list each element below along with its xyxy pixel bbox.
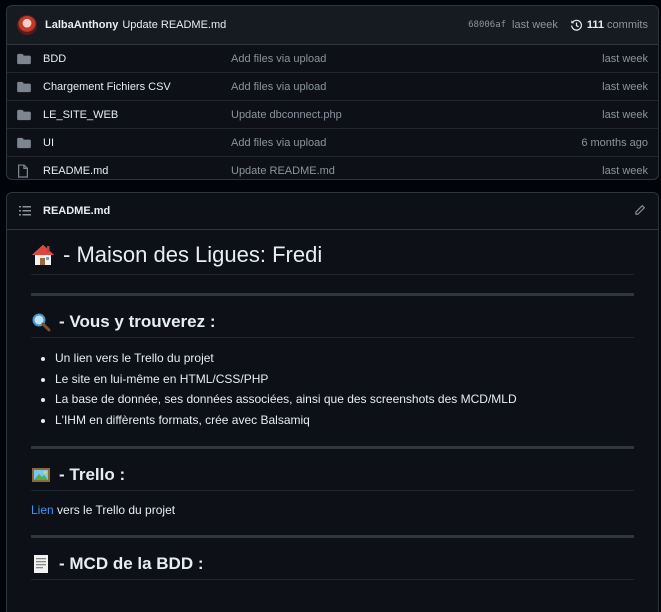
commit-message[interactable]: Update README.md [122,19,226,31]
history-icon [570,19,582,31]
file-row[interactable]: LE_SITE_WEB Update dbconnect.php last we… [7,100,658,128]
commit-count: 111 [586,19,605,31]
bullet-list: Un lien vers le Trello du projet Le site… [31,348,634,430]
section-heading: - Vous y trouverez : [31,312,634,338]
outline-list-icon[interactable] [19,206,31,216]
file-time: last week [602,164,648,177]
file-list: BDD Add files via upload last week Charg… [7,45,658,179]
section-heading: - MCD de la BDD : [31,554,634,580]
file-icon [17,163,31,178]
readme-filename[interactable]: README.md [43,205,110,217]
trello-link[interactable]: Lien [31,503,54,517]
file-row[interactable]: UI Add files via upload 6 months ago [7,128,658,156]
magnifier-icon [31,312,51,332]
list-item: Un lien vers le Trello du projet [55,348,634,369]
latest-commit-bar: LalbaAnthony Update README.md 68006af la… [7,6,658,45]
file-name[interactable]: UI [43,137,231,149]
picture-icon [31,465,51,485]
file-commit-message[interactable]: Add files via upload [231,81,602,93]
divider [31,446,634,449]
readme-panel: README.md - Maison des Ligues: Fredi - V… [6,192,659,612]
section-heading-text: - Vous y trouverez : [59,312,216,331]
folder-icon [17,80,31,94]
commits-history-link[interactable]: 111 commits [570,19,648,32]
readme-content: - Maison des Ligues: Fredi - Vous y trou… [7,242,658,580]
file-name[interactable]: BDD [43,53,231,65]
section-heading-text: - Trello : [59,465,126,484]
divider [31,293,634,296]
list-item: L'IHM en diffèrents formats, crée avec B… [55,410,634,431]
divider [31,535,634,538]
trello-paragraph: Lien vers le Trello du projet [31,503,634,517]
readme-title: - Maison des Ligues: Fredi [31,242,634,275]
file-name[interactable]: LE_SITE_WEB [43,109,231,121]
file-time: last week [602,52,648,65]
file-time: 6 months ago [581,136,648,149]
file-browser: LalbaAnthony Update README.md 68006af la… [6,5,659,180]
file-row[interactable]: Chargement Fichiers CSV Add files via up… [7,72,658,100]
file-commit-message[interactable]: Update dbconnect.php [231,109,602,121]
commit-author[interactable]: LalbaAnthony [45,19,118,31]
readme-header: README.md [7,193,658,230]
house-icon [31,243,55,267]
folder-icon [17,108,31,122]
file-row[interactable]: BDD Add files via upload last week [7,45,658,72]
edit-pencil-icon[interactable] [634,204,646,219]
readme-title-text: - Maison des Ligues: Fredi [63,242,323,267]
folder-icon [17,136,31,150]
document-icon [31,554,51,574]
folder-icon [17,52,31,66]
file-name[interactable]: README.md [43,165,231,177]
commit-sha[interactable]: 68006af [468,20,506,30]
file-commit-message[interactable]: Update README.md [231,165,602,177]
section-heading: - Trello : [31,465,634,491]
file-row[interactable]: README.md Update README.md last week [7,156,658,179]
section-heading-text: - MCD de la BDD : [59,554,204,573]
file-time: last week [602,108,648,121]
author-avatar[interactable] [17,15,37,35]
file-commit-message[interactable]: Add files via upload [231,53,602,65]
file-time: last week [602,80,648,93]
file-name[interactable]: Chargement Fichiers CSV [43,81,231,93]
commit-time: last week [512,19,558,31]
list-item: La base de donnée, ses données associées… [55,389,634,410]
commits-label: commits [607,19,648,31]
file-commit-message[interactable]: Add files via upload [231,137,581,149]
list-item: Le site en lui-même en HTML/CSS/PHP [55,369,634,390]
trello-link-suffix: vers le Trello du projet [53,503,176,517]
